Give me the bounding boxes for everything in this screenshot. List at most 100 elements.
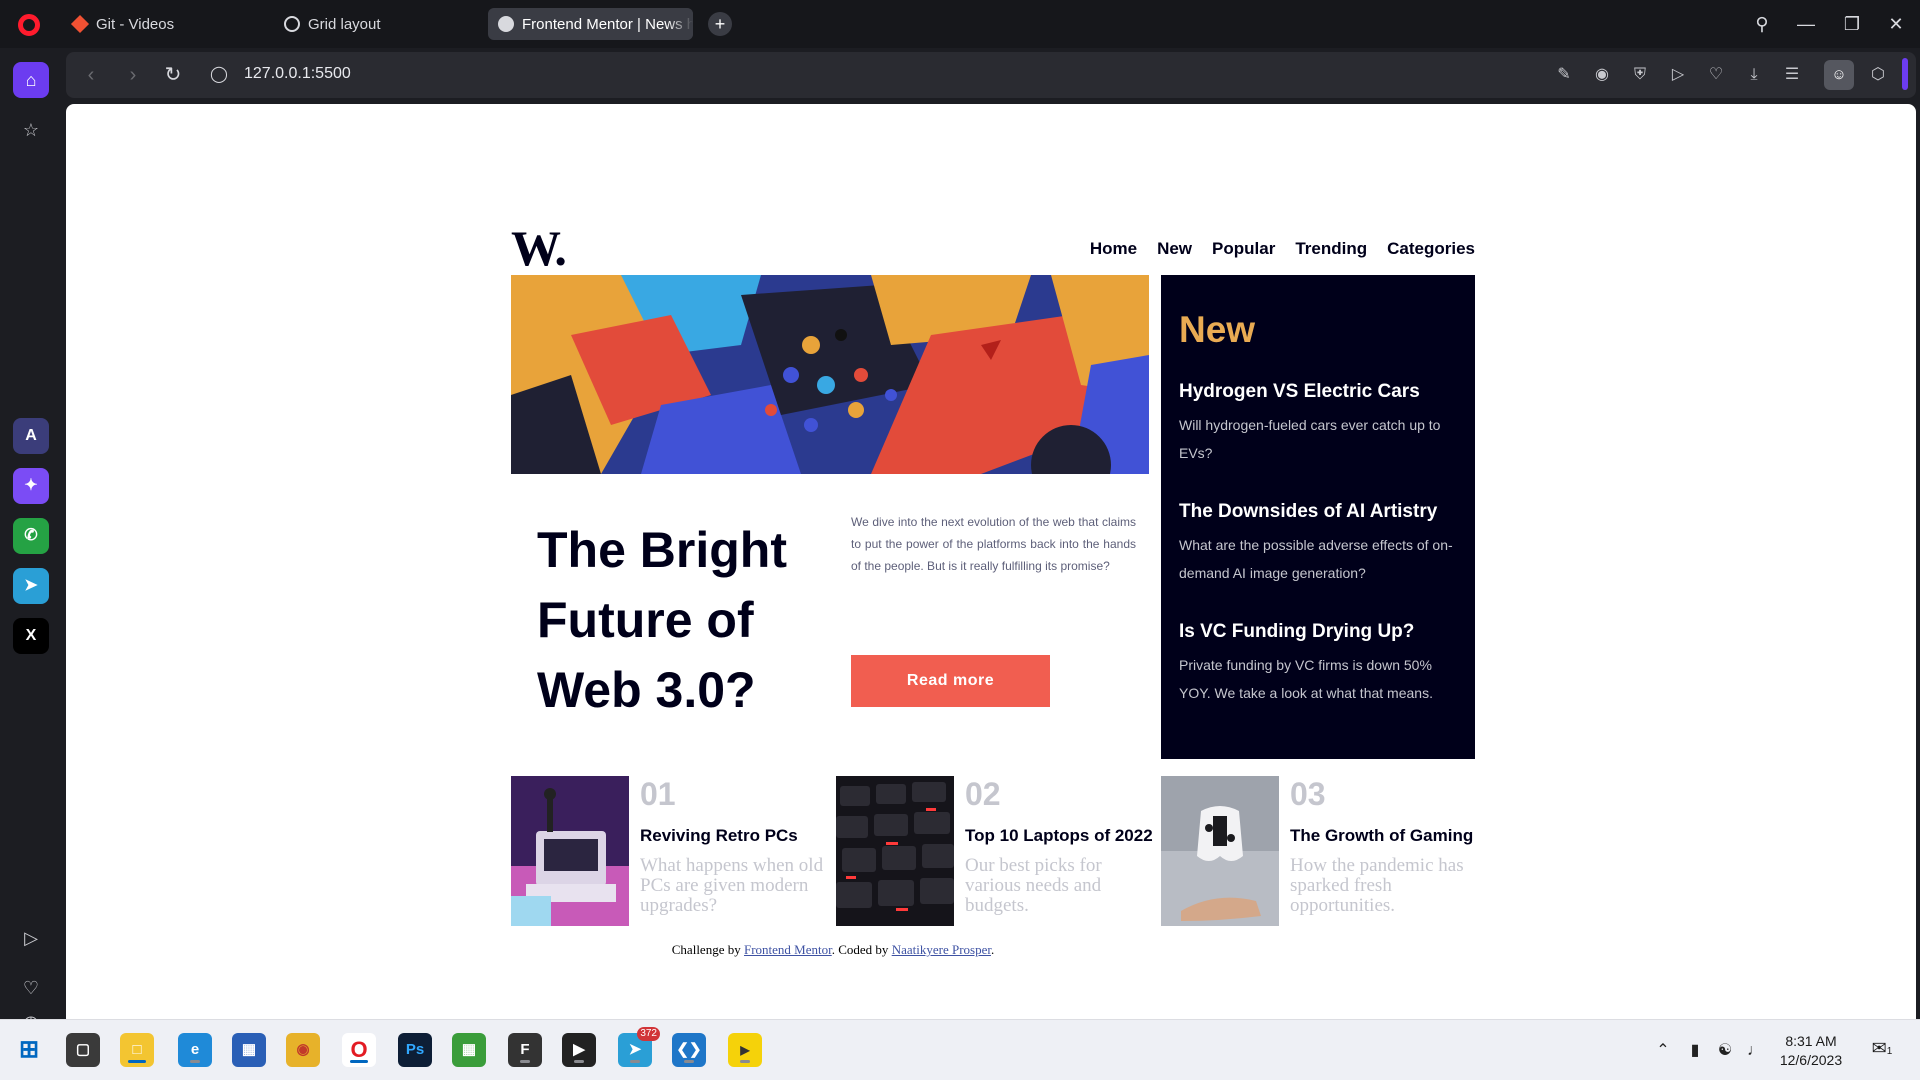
game-controller-image: [1161, 776, 1279, 926]
tab-frontend-mentor[interactable]: Frontend Mentor | News h: [488, 8, 693, 40]
tab-grid-layout[interactable]: Grid layout: [274, 8, 479, 40]
star-icon[interactable]: ☆: [13, 112, 49, 148]
telegram-taskbar-icon[interactable]: ➤ 372: [618, 1027, 660, 1067]
chrome-icon[interactable]: ◉: [286, 1033, 320, 1067]
nav-home[interactable]: Home: [1090, 239, 1137, 259]
read-more-button[interactable]: Read more: [851, 655, 1050, 707]
new-item-desc: Private funding by VC firms is down 50% …: [1179, 657, 1433, 701]
new-item-title[interactable]: The Downsides of AI Artistry: [1179, 501, 1457, 523]
globe-icon: [284, 16, 300, 32]
player-app-icon[interactable]: ▶: [728, 1033, 762, 1067]
send-icon[interactable]: ▷: [1666, 63, 1690, 87]
store-icon[interactable]: ▦: [232, 1033, 266, 1067]
card-number: 01: [640, 776, 676, 812]
reload-icon[interactable]: ↻: [160, 62, 186, 88]
telegram-badge: 372: [637, 1027, 660, 1041]
hero-image: [511, 275, 1149, 474]
photoshop-icon[interactable]: Ps: [398, 1033, 432, 1067]
card-title[interactable]: Top 10 Laptops of 2022: [965, 826, 1153, 846]
new-item-title[interactable]: Is VC Funding Drying Up?: [1179, 621, 1457, 643]
article-card: 02 Top 10 Laptops of 2022 Our best picks…: [836, 776, 1154, 926]
card-number: 03: [1290, 776, 1326, 812]
tab-label: Grid layout: [308, 15, 381, 33]
file-explorer-icon[interactable]: □: [120, 1033, 154, 1067]
close-icon[interactable]: ✕: [1882, 10, 1910, 38]
easy-setup-icon[interactable]: ☰: [1780, 63, 1804, 87]
nav-new[interactable]: New: [1157, 239, 1192, 259]
download-icon[interactable]: ⤓: [1742, 63, 1766, 87]
new-panel-title: New: [1179, 309, 1256, 350]
author-link[interactable]: Naatikyere Prosper: [892, 942, 991, 957]
whatsapp-icon[interactable]: ✆: [13, 518, 49, 554]
camera-icon[interactable]: ◉: [1590, 63, 1614, 87]
opera-icon[interactable]: O: [342, 1033, 376, 1067]
extensions-icon[interactable]: ⬡: [1866, 63, 1890, 87]
article-card: 03 The Growth of Gaming How the pandemic…: [1161, 776, 1479, 926]
card-desc: What happens when old PCs are given mode…: [640, 855, 824, 916]
volume-icon[interactable]: ♩: [1744, 1040, 1766, 1062]
card-desc: Our best picks for various needs and bud…: [965, 855, 1102, 916]
attribution-middle: . Coded by: [831, 942, 889, 957]
nav-trending[interactable]: Trending: [1295, 239, 1367, 259]
nav-categories[interactable]: Categories: [1387, 239, 1475, 259]
profile-icon[interactable]: ☺: [1824, 60, 1854, 90]
minimize-icon[interactable]: —: [1792, 10, 1820, 38]
opera-logo-icon[interactable]: [18, 14, 40, 36]
forward-icon[interactable]: ›: [120, 62, 146, 88]
new-item: Is VC Funding Drying Up? Private funding…: [1179, 621, 1457, 707]
skills-app-icon[interactable]: ▦: [452, 1033, 486, 1067]
system-clock[interactable]: 8:31 AM 12/6/2023: [1776, 1032, 1846, 1070]
main-nav: Home New Popular Trending Categories: [1090, 239, 1475, 259]
notification-count: 1: [1886, 1046, 1893, 1057]
f-app-icon[interactable]: F: [508, 1033, 542, 1067]
laptop-keyboard-image: [836, 776, 954, 926]
battery-icon[interactable]: ▮: [1684, 1040, 1706, 1062]
tab-label: Git - Videos: [96, 15, 175, 33]
card-title[interactable]: Reviving Retro PCs: [640, 826, 798, 846]
vscode-icon[interactable]: ❮❯: [672, 1033, 706, 1067]
url-field[interactable]: 127.0.0.1:5500: [244, 65, 351, 83]
telegram-icon[interactable]: ➤: [13, 568, 49, 604]
player-icon[interactable]: ▷: [13, 920, 49, 956]
restore-icon[interactable]: ❐: [1838, 10, 1866, 38]
edit-icon[interactable]: ✎: [1552, 63, 1576, 87]
back-icon[interactable]: ‹: [78, 62, 104, 88]
new-panel: New Hydrogen VS Electric Cars Will hydro…: [1161, 275, 1475, 759]
new-item-title[interactable]: Hydrogen VS Electric Cars: [1179, 381, 1457, 403]
new-tab-button[interactable]: +: [708, 12, 732, 36]
site-info-icon[interactable]: ◯: [206, 62, 232, 88]
git-icon: [70, 14, 90, 34]
clock-time: 8:31 AM: [1785, 1033, 1837, 1049]
notification-icon[interactable]: ✉1: [1870, 1038, 1894, 1062]
hero-lede: We dive into the next evolution of the w…: [851, 515, 1136, 573]
heart-icon[interactable]: ♡: [13, 970, 49, 1006]
network-globe-icon[interactable]: ☯: [1714, 1040, 1736, 1062]
messenger-icon[interactable]: ✦: [13, 468, 49, 504]
aria-icon[interactable]: A: [13, 418, 49, 454]
new-item: Hydrogen VS Electric Cars Will hydrogen-…: [1179, 381, 1457, 467]
windows-taskbar: ⊞ ▢ □ e ▦ ◉ O Ps ▦ F ▶ ➤ 372 ❮❯ ▶ ⌃ ▮ ☯ ♩…: [0, 1019, 1920, 1080]
chevron-up-icon[interactable]: ⌃: [1652, 1040, 1674, 1062]
attribution-prefix: Challenge by: [671, 942, 741, 957]
home-icon[interactable]: ⌂: [13, 62, 49, 98]
search-tabs-icon[interactable]: ⚲: [1748, 10, 1776, 38]
new-item-desc: Will hydrogen-fueled cars ever catch up …: [1179, 417, 1441, 461]
article-card: 01 Reviving Retro PCs What happens when …: [511, 776, 829, 926]
task-view-icon[interactable]: ▢: [66, 1033, 100, 1067]
frontend-mentor-link[interactable]: Frontend Mentor: [744, 942, 832, 957]
tab-git-videos[interactable]: Git - Videos: [62, 8, 267, 40]
media-player-icon[interactable]: ▶: [562, 1033, 596, 1067]
card-title[interactable]: The Growth of Gaming: [1290, 826, 1473, 846]
address-bar: ‹ › ↻ ◯ 127.0.0.1:5500 ✎ ◉ ⛨ ▷ ♡ ⤓ ☰ ☺ ⬡: [66, 52, 1916, 98]
browser-tab-bar: Git - Videos Grid layout Frontend Mentor…: [0, 0, 1920, 48]
opera-sidebar: ⌂ ☆ A ✦ ✆ ➤ X ▷ ♡ ◷: [0, 48, 62, 1032]
site-logo[interactable]: W.: [511, 219, 567, 277]
card-desc: How the pandemic has sparked fresh oppor…: [1290, 855, 1464, 916]
nav-popular[interactable]: Popular: [1212, 239, 1275, 259]
windows-start-icon[interactable]: ⊞: [12, 1033, 46, 1067]
new-item-desc: What are the possible adverse effects of…: [1179, 537, 1453, 581]
edge-icon[interactable]: e: [178, 1033, 212, 1067]
x-twitter-icon[interactable]: X: [13, 618, 49, 654]
heart-icon[interactable]: ♡: [1704, 63, 1728, 87]
shield-icon[interactable]: ⛨: [1628, 63, 1652, 87]
